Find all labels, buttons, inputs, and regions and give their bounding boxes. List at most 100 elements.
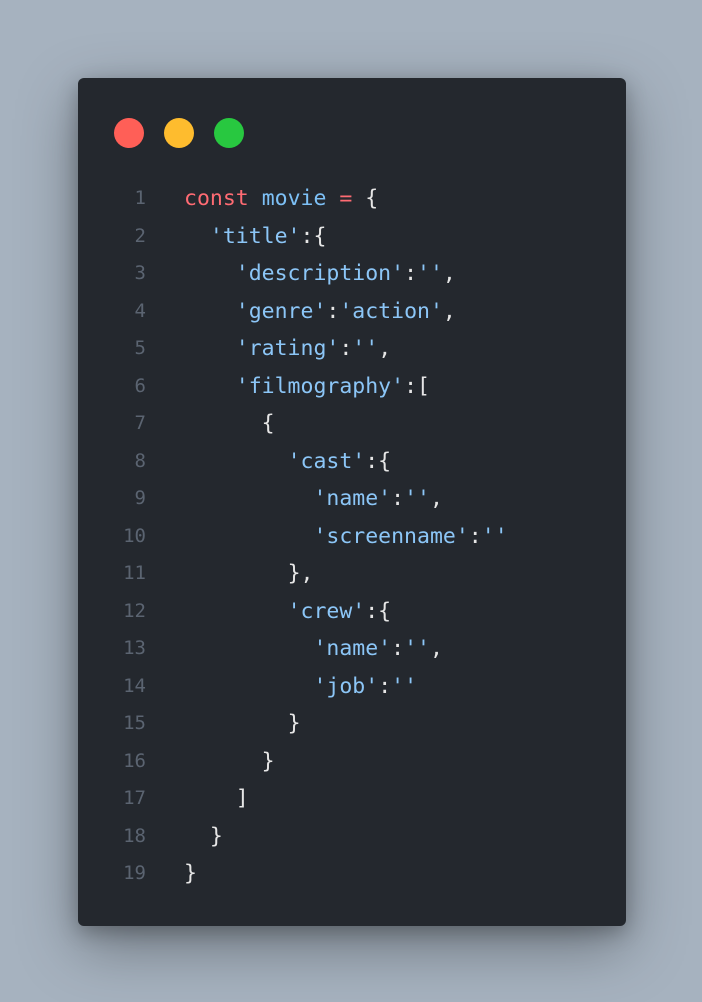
code-text: 'rating':'', [184, 330, 391, 368]
code-token-keyword: const [184, 186, 249, 211]
line-number: 12 [123, 599, 146, 622]
line-number: 17 [123, 787, 146, 809]
code-token-string: 'action' [339, 298, 443, 324]
code-token-punct: : [391, 486, 405, 511]
code-token-string: 'filmography' [235, 373, 405, 399]
line-number: 11 [123, 562, 146, 584]
code-token-punct: : [404, 261, 418, 286]
code-text: 'filmography':[ [184, 368, 430, 406]
code-token-string: 'title' [209, 223, 301, 249]
line-number: 7 [134, 412, 146, 434]
code-token-punct: { [261, 411, 275, 436]
code-text: 'crew':{ [184, 593, 392, 631]
code-text: 'name':'', [184, 630, 443, 668]
code-token-punct [326, 186, 339, 211]
code-token-string: '' [352, 336, 379, 361]
code-text: 'name':'', [184, 480, 443, 518]
code-token-punct: , [429, 636, 443, 661]
code-text: 'cast':{ [184, 443, 392, 481]
line-number: 5 [134, 337, 146, 359]
code-token-punct: { [352, 186, 379, 211]
code-token-punct: } [261, 748, 275, 774]
code-window: 1 const movie = {2 'title':{3 'descriptio… [78, 78, 626, 926]
code-token-punct: : [339, 336, 353, 361]
code-line: 17 ] [78, 780, 626, 818]
code-line: 13 'name':'', [78, 630, 626, 668]
code-token-punct: , [429, 486, 443, 511]
code-token-string: 'cast' [287, 448, 366, 474]
code-line: 10 'screenname':'' [78, 518, 626, 556]
code-token-variable: movie [261, 186, 327, 211]
code-text: { [184, 405, 275, 443]
code-line: 6 'filmography':[ [78, 368, 626, 406]
code-line: 15 } [78, 705, 626, 743]
code-token-punct: , [378, 336, 392, 361]
code-line: 4 'genre':'action', [78, 293, 626, 331]
line-number: 8 [134, 449, 146, 472]
minimize-window-button[interactable] [164, 118, 194, 148]
code-text: }, [184, 555, 314, 593]
code-token-punct: : [378, 673, 392, 699]
code-token-string: 'genre' [235, 298, 327, 324]
line-number: 9 [134, 487, 146, 509]
code-text: const movie = { [184, 180, 378, 218]
code-token-punct: :{ [365, 448, 392, 474]
code-token-string: '' [404, 636, 430, 661]
code-token-punct: :{ [300, 223, 327, 249]
code-token-punct: } [184, 861, 197, 886]
code-token-string: 'screenname' [313, 523, 469, 549]
code-line: 9 'name':'', [78, 480, 626, 518]
code-line: 3 'description':'', [78, 255, 626, 293]
code-token-punct: :{ [365, 598, 392, 624]
code-text: 'genre':'action', [184, 293, 456, 331]
code-token-punct: : [391, 636, 405, 661]
code-line: 8 'cast':{ [78, 443, 626, 481]
code-line: 19} [78, 855, 626, 893]
code-line: 14 'job':'' [78, 668, 626, 706]
code-line: 2 'title':{ [78, 218, 626, 256]
line-number: 4 [134, 299, 146, 322]
line-number: 18 [123, 824, 146, 847]
code-text: } [184, 743, 275, 781]
code-token-punct: , [442, 298, 456, 324]
code-token-string: 'description' [235, 261, 405, 286]
code-text: ] [184, 780, 249, 818]
code-text: 'title':{ [184, 218, 327, 256]
code-token-punct: : [468, 523, 482, 549]
code-token-punct [249, 186, 262, 211]
line-number: 3 [134, 262, 146, 284]
line-number: 15 [123, 712, 146, 734]
code-line: 1 const movie = { [78, 180, 626, 218]
code-token-punct: :[ [404, 373, 430, 399]
code-token-string: 'name' [313, 486, 392, 511]
code-token-punct: }, [287, 561, 314, 586]
code-token-string: 'crew' [287, 598, 366, 624]
line-number: 16 [123, 749, 146, 772]
code-token-string: '' [391, 673, 418, 699]
code-text: } [184, 855, 197, 893]
code-token-string: 'rating' [235, 336, 340, 361]
line-number: 1 [134, 187, 146, 209]
close-window-button[interactable] [114, 118, 144, 148]
line-number: 13 [123, 637, 146, 659]
line-number: 6 [134, 374, 146, 397]
code-token-punct: : [326, 298, 340, 324]
code-token-string: 'job' [313, 673, 379, 699]
code-token-string: '' [404, 486, 430, 511]
code-line: 5 'rating':'', [78, 330, 626, 368]
code-text: 'description':'', [184, 255, 456, 293]
maximize-window-button[interactable] [214, 118, 244, 148]
